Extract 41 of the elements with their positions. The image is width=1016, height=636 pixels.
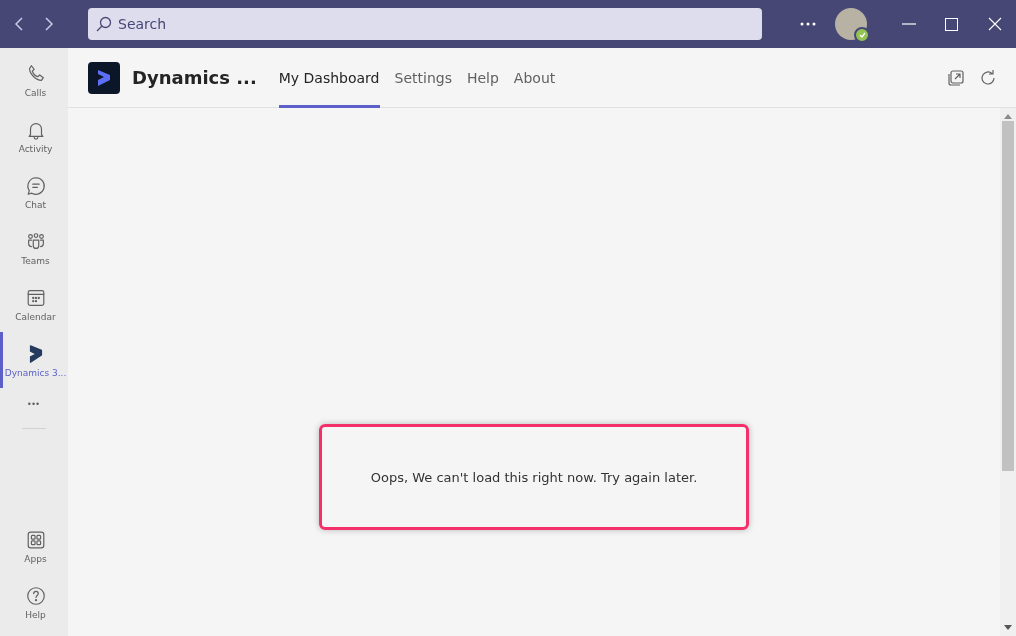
tab[interactable]: Settings — [394, 47, 452, 108]
rail-item[interactable]: Chat — [0, 164, 68, 220]
rail-label: Teams — [21, 255, 50, 266]
rail-item[interactable]: Apps — [0, 518, 68, 574]
rail-label: Calendar — [15, 311, 56, 322]
rail-item[interactable]: Teams — [0, 220, 68, 276]
tab[interactable]: My Dashboard — [278, 47, 380, 108]
chevron-right-icon — [44, 16, 54, 32]
rail-label: Activity — [18, 143, 53, 154]
rail-item[interactable]: Calendar — [0, 276, 68, 332]
rail-item[interactable]: Activity — [0, 108, 68, 164]
rail-label: Apps — [24, 553, 47, 564]
scrollbar[interactable] — [1000, 108, 1016, 636]
chevron-left-icon — [14, 16, 24, 32]
more-icon — [799, 22, 816, 26]
close-icon — [987, 17, 1002, 31]
rail-item[interactable]: Help — [0, 574, 68, 630]
app-logo-icon — [88, 61, 120, 94]
pop-out-button[interactable] — [946, 67, 966, 88]
avatar[interactable] — [835, 8, 867, 40]
error-message: Oops, We can't load this right now. Try again later. — [370, 469, 698, 485]
rail-item[interactable]: Dynamics 3... — [0, 332, 68, 388]
rail-label: Dynamics 3... — [4, 367, 67, 378]
tab[interactable]: Help — [466, 47, 499, 108]
more-apps-button[interactable]: ••• — [21, 398, 47, 410]
rail-label: Help — [25, 609, 46, 620]
rail-label: Calls — [24, 87, 47, 98]
available-status-icon — [854, 27, 870, 43]
chat-bubble-icon — [24, 174, 47, 197]
tab[interactable]: About — [513, 47, 556, 108]
maximize-icon — [945, 17, 958, 31]
rail-item[interactable]: Calls — [0, 52, 68, 108]
search-field[interactable]: Search — [88, 8, 762, 40]
help-icon — [24, 584, 47, 607]
rail-label: Chat — [24, 199, 46, 210]
refresh-button[interactable] — [978, 67, 998, 88]
search-icon — [96, 16, 112, 32]
scroll-down-arrow-icon[interactable] — [1004, 625, 1012, 630]
app-title: Dynamics ... — [132, 67, 257, 88]
minimize-icon — [901, 23, 916, 25]
scroll-up-arrow-icon[interactable] — [1004, 114, 1012, 119]
